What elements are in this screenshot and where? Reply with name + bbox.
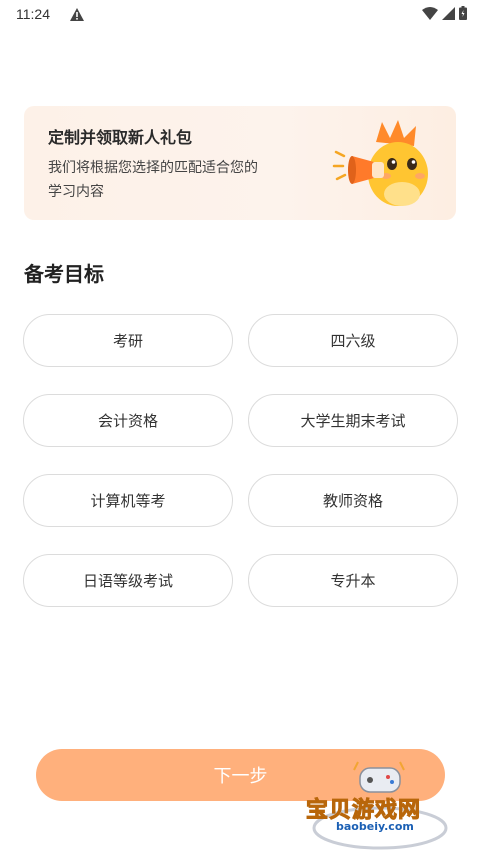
option-cet[interactable]: 四六级	[248, 314, 458, 367]
status-time: 11:24	[16, 6, 50, 22]
status-icons	[422, 6, 467, 20]
watermark-logo: 宝贝游戏网 baobeiy.com	[300, 758, 460, 850]
banner-description: 我们将根据您选择的匹配适合您的 学习内容	[48, 156, 308, 204]
wifi-icon	[422, 6, 438, 20]
banner-title: 定制并领取新人礼包	[48, 128, 193, 147]
option-accounting[interactable]: 会计资格	[23, 394, 233, 447]
option-teacher-cert[interactable]: 教师资格	[248, 474, 458, 527]
exam-goal-title: 备考目标	[24, 262, 104, 286]
signal-icon	[442, 6, 455, 20]
mascot-megaphone-icon	[332, 120, 428, 206]
new-user-gift-banner[interactable]: 定制并领取新人礼包 我们将根据您选择的匹配适合您的 学习内容	[24, 106, 456, 220]
option-kaoyan[interactable]: 考研	[23, 314, 233, 367]
battery-icon	[459, 6, 467, 20]
banner-desc-line-2: 学习内容	[48, 184, 104, 200]
warning-icon	[70, 8, 84, 21]
option-computer-exam[interactable]: 计算机等考	[23, 474, 233, 527]
banner-desc-line-1: 我们将根据您选择的匹配适合您的	[48, 160, 258, 176]
option-final-exam[interactable]: 大学生期末考试	[248, 394, 458, 447]
option-japanese-exam[interactable]: 日语等级考试	[23, 554, 233, 607]
option-upgrade-bachelor[interactable]: 专升本	[248, 554, 458, 607]
watermark-url: baobeiy.com	[336, 820, 414, 833]
status-bar: 11:24	[0, 0, 481, 30]
